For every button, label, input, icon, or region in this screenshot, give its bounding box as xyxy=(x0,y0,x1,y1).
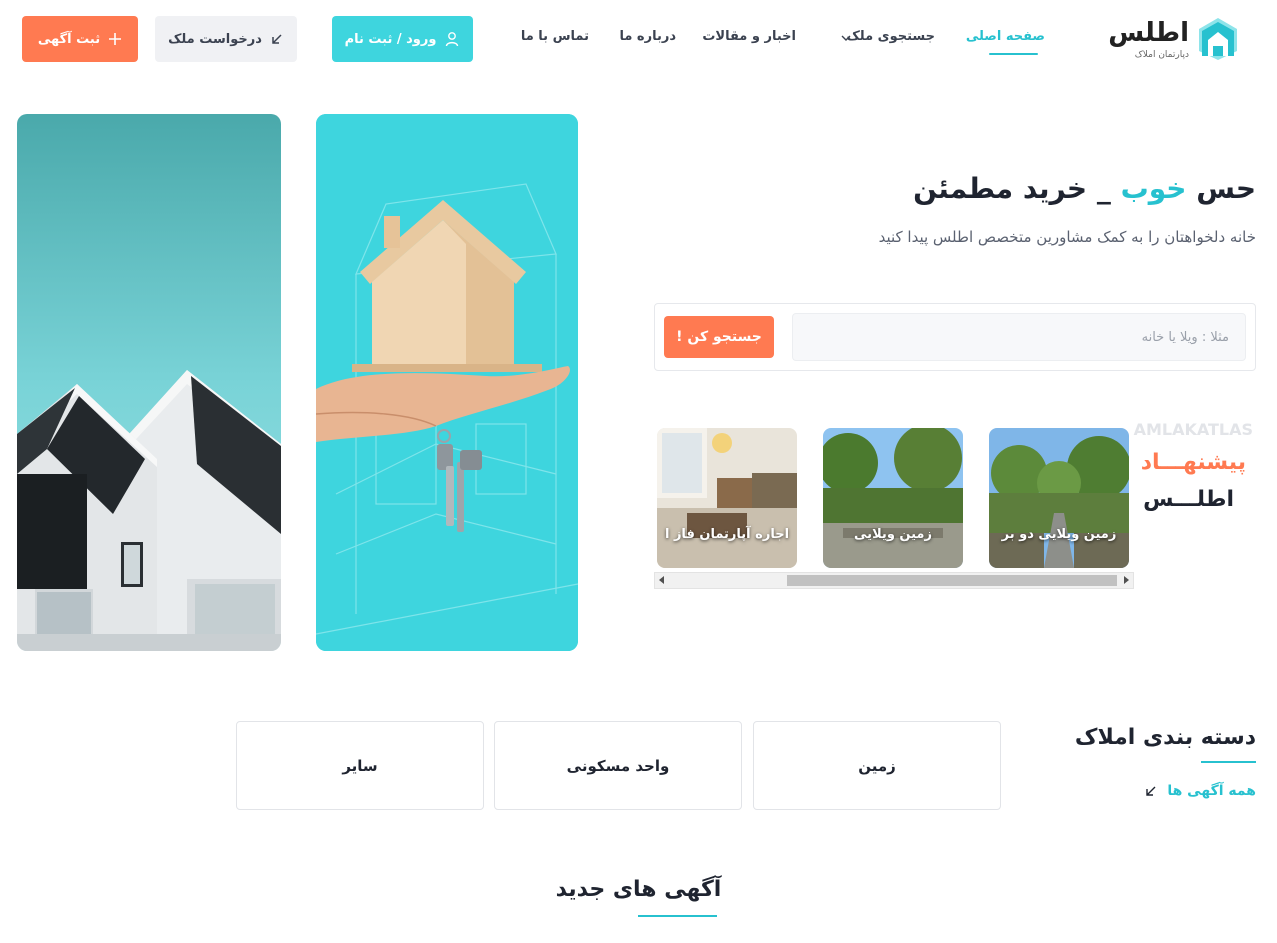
hero-title-accent: خوب xyxy=(1120,172,1187,205)
add-listing-button[interactable]: ثبت آگهی xyxy=(22,16,138,62)
user-icon xyxy=(446,32,459,47)
login-register-button[interactable]: ورود / ثبت نام xyxy=(332,16,473,62)
scroll-left-arrow-icon[interactable] xyxy=(659,576,664,584)
logo[interactable]: اطلس دپارتمان املاک xyxy=(1108,16,1241,64)
suggestion-card-label: زمین ویلایی دو بر xyxy=(1001,527,1117,542)
new-listings-title: آگهی های جدید xyxy=(555,877,722,902)
chevron-down-icon[interactable] xyxy=(840,33,852,43)
scroll-thumb[interactable] xyxy=(787,575,1117,586)
add-listing-label: ثبت آگهی xyxy=(37,31,101,47)
all-listings-link[interactable]: همه آگهی ها xyxy=(1145,783,1256,799)
property-photo xyxy=(823,428,963,568)
arrow-down-left-icon xyxy=(272,34,282,44)
hero-image-house-keys xyxy=(316,114,578,651)
suggestion-card[interactable]: اجاره آپارتمان فاز ا xyxy=(657,428,797,568)
categories-title: دسته بندی املاک xyxy=(1074,725,1256,750)
suggestion-watermark: AMLAKATLAS xyxy=(1133,420,1253,439)
nav-active-underline xyxy=(989,53,1038,55)
logo-house-icon xyxy=(1199,18,1237,60)
suggestion-heading-line1: پیشنهـــاد xyxy=(1140,450,1246,475)
logo-subtitle: دپارتمان املاک xyxy=(1134,50,1189,60)
search-button[interactable]: جستجو کن ! xyxy=(664,316,774,358)
logo-text: اطلس xyxy=(1108,18,1190,48)
all-listings-label: همه آگهی ها xyxy=(1167,783,1256,799)
new-listings-underline xyxy=(638,915,717,917)
categories-title-underline xyxy=(1201,761,1256,763)
suggestion-card[interactable]: زمین ویلایی دو بر xyxy=(989,428,1129,568)
scroll-right-arrow-icon[interactable] xyxy=(1124,576,1129,584)
property-photo xyxy=(657,428,797,568)
property-photo xyxy=(989,428,1129,568)
nav-home[interactable]: صفحه اصلی xyxy=(966,29,1045,44)
hero-title-start: حس xyxy=(1186,172,1256,205)
nav-news-articles[interactable]: اخبار و مقالات xyxy=(702,29,796,44)
category-other[interactable]: سایر xyxy=(236,721,484,810)
suggestion-heading-line2: اطلـــس xyxy=(1143,487,1234,512)
nav-property-search[interactable]: جستجوی ملک xyxy=(846,29,935,44)
login-register-label: ورود / ثبت نام xyxy=(344,31,437,47)
category-land[interactable]: زمین xyxy=(753,721,1001,810)
hero-title: حس خوب _ خرید مطمئن xyxy=(913,172,1256,205)
suggestion-card[interactable]: زمین ویلایی xyxy=(823,428,963,568)
hero-subtitle: خانه دلخواهتان را به کمک مشاورین متخصص ا… xyxy=(878,228,1256,246)
category-residential[interactable]: واحد مسکونی xyxy=(494,721,742,810)
hero-image-houses xyxy=(17,114,281,651)
nav-contact[interactable]: تماس با ما xyxy=(521,29,589,44)
suggestion-card-label: اجاره آپارتمان فاز ا xyxy=(664,527,790,542)
suggestions-scrollbar[interactable] xyxy=(654,572,1134,589)
plus-icon xyxy=(109,33,122,45)
page: اطلس دپارتمان املاک صفحه اصلی جستجوی ملک… xyxy=(0,0,1277,943)
nav-about[interactable]: درباره ما xyxy=(619,29,676,44)
hero-title-end: _ خرید مطمئن xyxy=(913,172,1121,205)
suggestion-card-label: زمین ویلایی xyxy=(854,527,932,542)
request-property-label: درخواست ملک xyxy=(168,31,262,47)
request-property-button[interactable]: درخواست ملک xyxy=(155,16,297,62)
search-input[interactable] xyxy=(792,313,1246,361)
arrow-down-left-icon xyxy=(1146,786,1156,796)
